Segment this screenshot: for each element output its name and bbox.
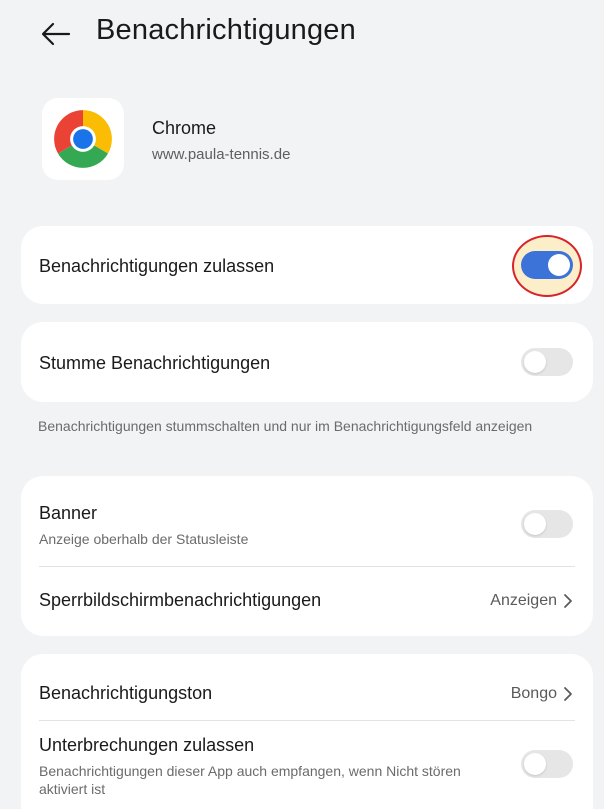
banner-row[interactable]: Banner Anzeige oberhalb der Statusleiste: [21, 476, 593, 566]
banner-label: Banner: [39, 503, 98, 523]
chrome-icon: [54, 110, 112, 168]
silent-notifications-row[interactable]: Stumme Benachrichtigungen: [21, 322, 593, 402]
interruptions-sub: Benachrichtigungen dieser App auch empfa…: [39, 763, 461, 797]
tone-label: Benachrichtigungston: [39, 683, 213, 703]
lockscreen-label: Sperrbildschirmbenachrichtigungen: [39, 590, 322, 610]
allow-notifications-toggle[interactable]: [521, 251, 573, 279]
toggle-knob: [524, 513, 546, 535]
lockscreen-value[interactable]: Anzeigen: [490, 592, 573, 610]
app-icon-tile: [42, 98, 124, 180]
silent-notifications-label: Stumme Benachrichtigungen: [39, 353, 271, 373]
allow-notifications-label: Benachrichtigungen zulassen: [39, 256, 275, 276]
lockscreen-value-text: Anzeigen: [490, 592, 557, 609]
interruptions-label: Unterbrechungen zulassen: [39, 735, 255, 755]
tone-row[interactable]: Benachrichtigungston Bongo: [21, 654, 593, 720]
display-options-card: Banner Anzeige oberhalb der Statusleiste…: [21, 476, 593, 636]
sound-options-card: Benachrichtigungston Bongo Unterbrechung…: [21, 654, 593, 809]
allow-notifications-row[interactable]: Benachrichtigungen zulassen: [21, 226, 593, 304]
notification-settings-screen: Benachrichtigungen Chrome www.paula-tenn…: [0, 0, 604, 809]
silent-notifications-toggle[interactable]: [521, 348, 573, 376]
toggle-knob: [548, 254, 570, 276]
back-button[interactable]: [38, 16, 74, 52]
lockscreen-row[interactable]: Sperrbildschirmbenachrichtigungen Anzeig…: [21, 567, 593, 636]
interruptions-toggle[interactable]: [521, 750, 573, 778]
banner-sub: Anzeige oberhalb der Statusleiste: [39, 531, 249, 547]
allow-notifications-card: Benachrichtigungen zulassen: [21, 226, 593, 304]
chevron-right-icon: [564, 594, 572, 608]
toggle-knob: [524, 351, 546, 373]
silent-notifications-helper: Benachrichtigungen stummschalten und nur…: [38, 418, 533, 434]
tone-value-text: Bongo: [510, 685, 557, 702]
app-info: Chrome www.paula-tennis.de: [42, 98, 562, 180]
toggle-knob: [524, 753, 546, 775]
app-url: www.paula-tennis.de: [152, 146, 291, 163]
tone-value[interactable]: Bongo: [511, 685, 573, 703]
page-title: Benachrichtigungen: [96, 14, 356, 46]
arrow-left-icon: [41, 22, 71, 46]
chevron-right-icon: [564, 687, 572, 701]
app-name: Chrome: [152, 118, 217, 138]
interruptions-row[interactable]: Unterbrechungen zulassen Benachrichtigun…: [21, 721, 593, 809]
header: Benachrichtigungen: [0, 0, 604, 66]
banner-toggle[interactable]: [521, 510, 573, 538]
silent-notifications-card: Stumme Benachrichtigungen: [21, 322, 593, 402]
